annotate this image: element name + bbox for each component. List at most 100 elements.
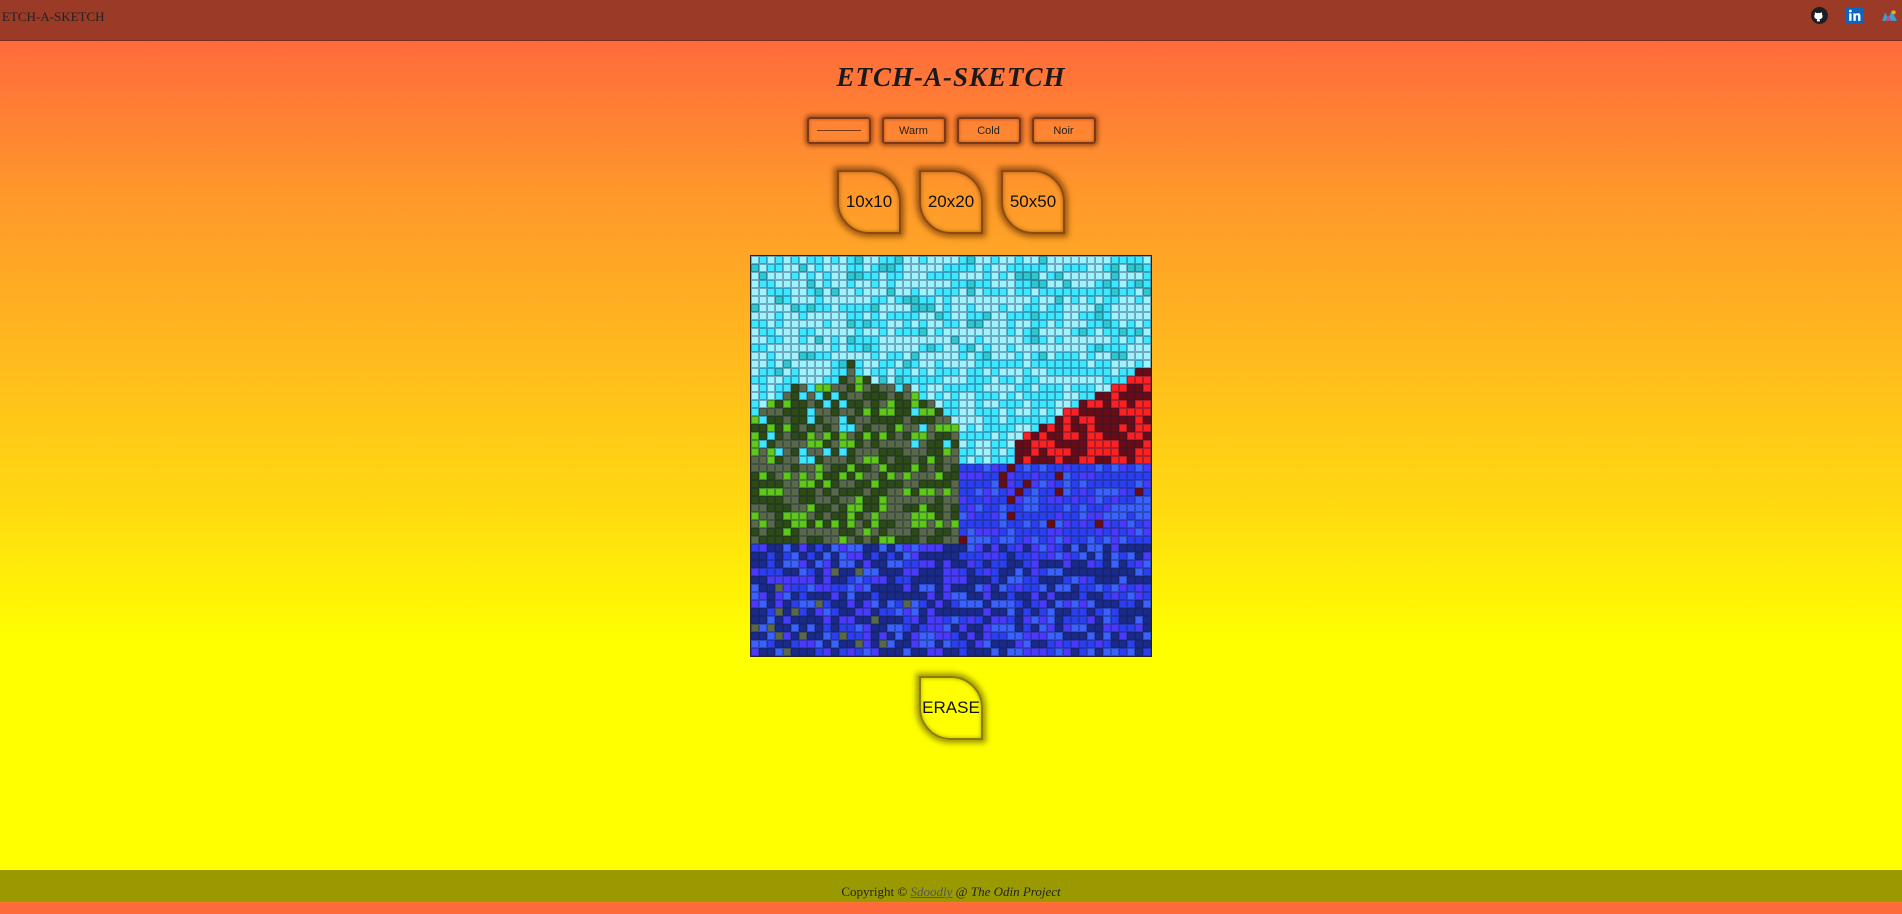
grid-cell[interactable] (1015, 328, 1023, 336)
grid-cell[interactable] (831, 304, 839, 312)
grid-cell[interactable] (783, 344, 791, 352)
grid-cell[interactable] (1127, 496, 1135, 504)
grid-cell[interactable] (1111, 440, 1119, 448)
grid-cell[interactable] (903, 312, 911, 320)
grid-cell[interactable] (871, 264, 879, 272)
grid-cell[interactable] (791, 320, 799, 328)
grid-cell[interactable] (1031, 424, 1039, 432)
grid-cell[interactable] (847, 536, 855, 544)
grid-cell[interactable] (1039, 400, 1047, 408)
grid-cell[interactable] (911, 272, 919, 280)
grid-cell[interactable] (919, 272, 927, 280)
grid-cell[interactable] (1111, 560, 1119, 568)
grid-cell[interactable] (815, 536, 823, 544)
grid-cell[interactable] (799, 536, 807, 544)
grid-cell[interactable] (903, 432, 911, 440)
grid-cell[interactable] (911, 504, 919, 512)
grid-cell[interactable] (879, 432, 887, 440)
grid-cell[interactable] (1047, 328, 1055, 336)
grid-cell[interactable] (943, 352, 951, 360)
grid-cell[interactable] (1063, 352, 1071, 360)
grid-cell[interactable] (1015, 376, 1023, 384)
grid-cell[interactable] (1119, 256, 1127, 264)
grid-cell[interactable] (1135, 448, 1143, 456)
grid-cell[interactable] (887, 272, 895, 280)
grid-cell[interactable] (983, 568, 991, 576)
grid-cell[interactable] (935, 576, 943, 584)
grid-cell[interactable] (919, 504, 927, 512)
grid-cell[interactable] (799, 560, 807, 568)
grid-cell[interactable] (959, 552, 967, 560)
grid-cell[interactable] (1103, 264, 1111, 272)
grid-cell[interactable] (959, 288, 967, 296)
grid-cell[interactable] (767, 576, 775, 584)
grid-cell[interactable] (831, 568, 839, 576)
grid-cell[interactable] (847, 504, 855, 512)
grid-cell[interactable] (1055, 608, 1063, 616)
grid-cell[interactable] (799, 320, 807, 328)
grid-cell[interactable] (927, 296, 935, 304)
grid-cell[interactable] (927, 432, 935, 440)
grid-cell[interactable] (1031, 440, 1039, 448)
grid-cell[interactable] (887, 568, 895, 576)
grid-cell[interactable] (847, 576, 855, 584)
grid-cell[interactable] (1119, 544, 1127, 552)
grid-cell[interactable] (831, 320, 839, 328)
grid-cell[interactable] (911, 640, 919, 648)
grid-cell[interactable] (767, 624, 775, 632)
grid-cell[interactable] (1047, 608, 1055, 616)
grid-cell[interactable] (903, 632, 911, 640)
grid-cell[interactable] (919, 648, 927, 656)
grid-cell[interactable] (847, 488, 855, 496)
grid-cell[interactable] (855, 568, 863, 576)
grid-cell[interactable] (919, 448, 927, 456)
grid-cell[interactable] (1111, 616, 1119, 624)
grid-cell[interactable] (1055, 304, 1063, 312)
grid-cell[interactable] (1143, 600, 1151, 608)
grid-cell[interactable] (959, 624, 967, 632)
grid-cell[interactable] (1143, 416, 1151, 424)
grid-cell[interactable] (1023, 440, 1031, 448)
grid-cell[interactable] (999, 392, 1007, 400)
grid-cell[interactable] (759, 400, 767, 408)
grid-cell[interactable] (1119, 624, 1127, 632)
grid-cell[interactable] (1039, 576, 1047, 584)
grid-cell[interactable] (1063, 264, 1071, 272)
grid-cell[interactable] (783, 384, 791, 392)
grid-cell[interactable] (1047, 464, 1055, 472)
grid-cell[interactable] (767, 592, 775, 600)
grid-cell[interactable] (1079, 640, 1087, 648)
grid-cell[interactable] (927, 424, 935, 432)
grid-cell[interactable] (1143, 464, 1151, 472)
grid-cell[interactable] (1119, 432, 1127, 440)
grid-cell[interactable] (791, 528, 799, 536)
grid-cell[interactable] (1119, 632, 1127, 640)
grid-cell[interactable] (863, 552, 871, 560)
grid-cell[interactable] (1039, 640, 1047, 648)
grid-cell[interactable] (927, 464, 935, 472)
grid-cell[interactable] (847, 272, 855, 280)
grid-cell[interactable] (1023, 336, 1031, 344)
grid-cell[interactable] (879, 448, 887, 456)
grid-cell[interactable] (887, 368, 895, 376)
grid-cell[interactable] (775, 472, 783, 480)
grid-cell[interactable] (1015, 504, 1023, 512)
grid-cell[interactable] (1047, 416, 1055, 424)
grid-cell[interactable] (919, 640, 927, 648)
grid-cell[interactable] (831, 520, 839, 528)
grid-cell[interactable] (799, 496, 807, 504)
grid-cell[interactable] (903, 600, 911, 608)
grid-cell[interactable] (967, 488, 975, 496)
grid-cell[interactable] (1047, 536, 1055, 544)
grid-cell[interactable] (759, 296, 767, 304)
grid-cell[interactable] (783, 456, 791, 464)
grid-cell[interactable] (919, 608, 927, 616)
grid-cell[interactable] (871, 352, 879, 360)
grid-cell[interactable] (775, 616, 783, 624)
grid-cell[interactable] (895, 352, 903, 360)
grid-cell[interactable] (991, 560, 999, 568)
grid-cell[interactable] (831, 288, 839, 296)
grid-cell[interactable] (983, 480, 991, 488)
grid-cell[interactable] (1071, 528, 1079, 536)
grid-cell[interactable] (975, 520, 983, 528)
